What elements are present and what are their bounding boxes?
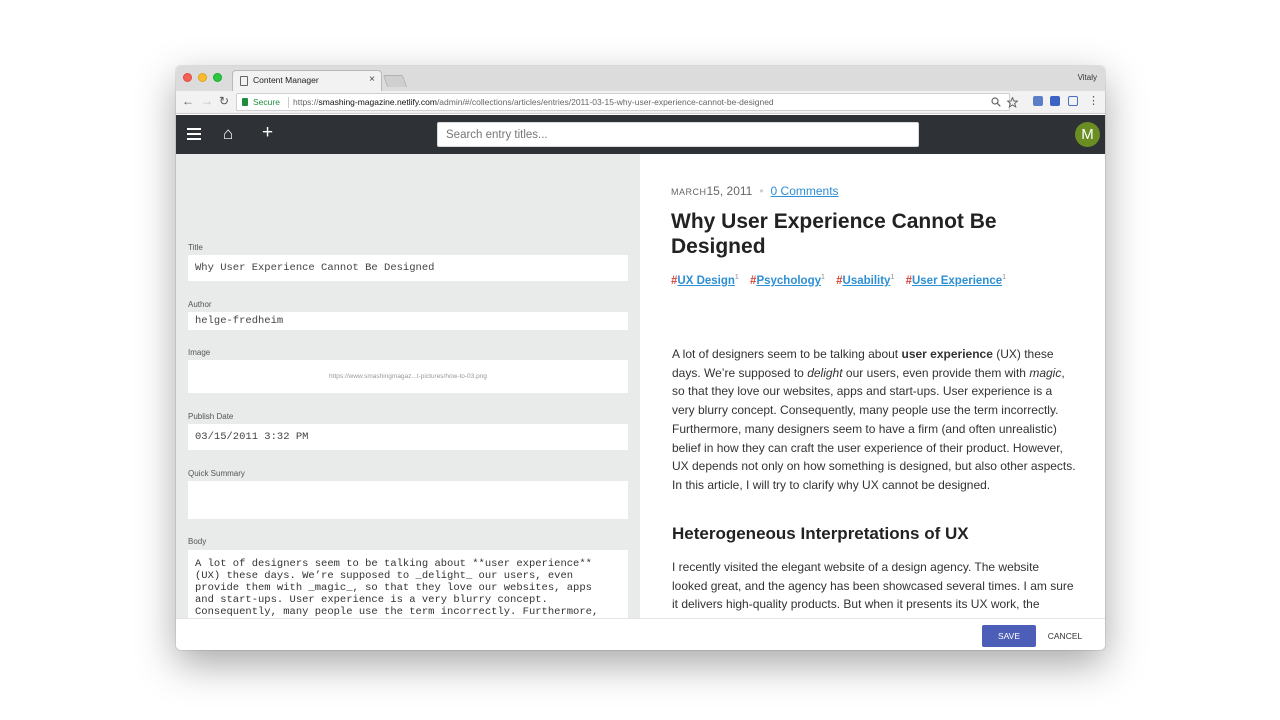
tag-item[interactable]: #Psychology1 [750, 274, 825, 287]
comments-link[interactable]: 0 Comments [771, 184, 839, 198]
publish-month: March [671, 187, 707, 197]
divider [288, 97, 289, 108]
url-path: /admin/#/collections/articles/entries/20… [436, 97, 774, 107]
url-host: smashing-magazine.netlify.com [318, 97, 437, 107]
preview-panel: March15, 2011 • 0 Comments Why User Experi… [640, 154, 1105, 618]
tab-bar: Content Manager × Vitaly [176, 66, 1105, 91]
title-label: Title [188, 243, 203, 252]
back-button[interactable]: ← [182, 94, 194, 108]
document-icon [240, 76, 248, 86]
publish-date-field[interactable] [188, 424, 628, 450]
zoom-icon[interactable] [991, 97, 1001, 107]
add-entry-icon[interactable]: + [262, 122, 273, 144]
menu-kebab-icon[interactable]: ⋮ [1088, 94, 1099, 107]
cancel-button[interactable]: CANCEL [1042, 625, 1088, 647]
title-field[interactable] [188, 255, 628, 281]
tag-item[interactable]: #User Experience1 [906, 274, 1006, 287]
bookmark-star-icon[interactable] [1007, 97, 1018, 108]
secure-label: Secure [253, 97, 280, 107]
meta-separator: • [759, 184, 764, 198]
image-field[interactable]: https://www.smashingmagaz...t-pictures/h… [188, 360, 628, 393]
home-icon[interactable]: ⌂ [223, 124, 233, 144]
user-avatar[interactable]: M [1075, 122, 1100, 147]
capture-extension-icon[interactable] [1068, 96, 1078, 106]
author-label: Author [188, 300, 212, 309]
section-heading: Heterogeneous Interpretations of UX [672, 524, 969, 543]
image-label: Image [188, 348, 211, 357]
close-window-button[interactable] [183, 73, 192, 82]
body-field[interactable]: A lot of designers seem to be talking ab… [188, 550, 628, 618]
app-header: ⌂ + M [176, 115, 1105, 154]
address-bar[interactable]: Secure https://smashing-magazine.netlify… [236, 93, 1018, 111]
new-tab-button[interactable] [382, 75, 408, 87]
publish-date: 15, 2011 [706, 184, 753, 198]
body-label: Body [188, 537, 207, 546]
address-bar-row: ← → ↻ Secure https://smashing-magazine.n… [176, 91, 1105, 114]
info-extension-icon[interactable] [1050, 96, 1060, 106]
tag-item[interactable]: #Usability1 [836, 274, 894, 287]
forward-button[interactable]: → [201, 94, 213, 108]
tag-list: #UX Design1 #Psychology1 #Usability1 #Us… [671, 274, 1014, 287]
quick-summary-label: Quick Summary [188, 469, 245, 478]
browser-window: Content Manager × Vitaly ← → ↻ Secure ht… [176, 66, 1105, 650]
article-paragraph: I recently visited the elegant website o… [672, 560, 1074, 618]
minimize-window-button[interactable] [198, 73, 207, 82]
tab-content-manager[interactable]: Content Manager × [232, 70, 382, 91]
url-text[interactable]: https://smashing-magazine.netlify.com/ad… [293, 97, 774, 107]
editor-footer: SAVE CANCEL [176, 618, 1105, 650]
article-title: Why User Experience Cannot Be Designed [671, 210, 997, 258]
tab-close-icon[interactable]: × [369, 74, 375, 85]
search-input[interactable] [437, 122, 919, 147]
profile-name[interactable]: Vitaly [1078, 73, 1097, 82]
maximize-window-button[interactable] [213, 73, 222, 82]
reload-button[interactable]: ↻ [219, 94, 229, 108]
vivaldi-extension-icon[interactable] [1033, 96, 1043, 106]
url-scheme: https:// [293, 97, 319, 107]
tag-item[interactable]: #UX Design1 [671, 274, 739, 287]
article-meta: March15, 2011 • 0 Comments [671, 184, 839, 198]
save-button[interactable]: SAVE [982, 625, 1036, 647]
quick-summary-field[interactable] [188, 481, 628, 519]
author-field[interactable] [188, 312, 628, 330]
tab-title: Content Manager [253, 75, 319, 85]
lock-icon [242, 98, 248, 106]
publish-date-label: Publish Date [188, 412, 234, 421]
article-intro-paragraph: A lot of designers seem to be talking ab… [672, 347, 1076, 492]
editor-panel: Title Author Image https://www.smashingm… [176, 154, 640, 618]
menu-icon[interactable] [187, 128, 201, 140]
